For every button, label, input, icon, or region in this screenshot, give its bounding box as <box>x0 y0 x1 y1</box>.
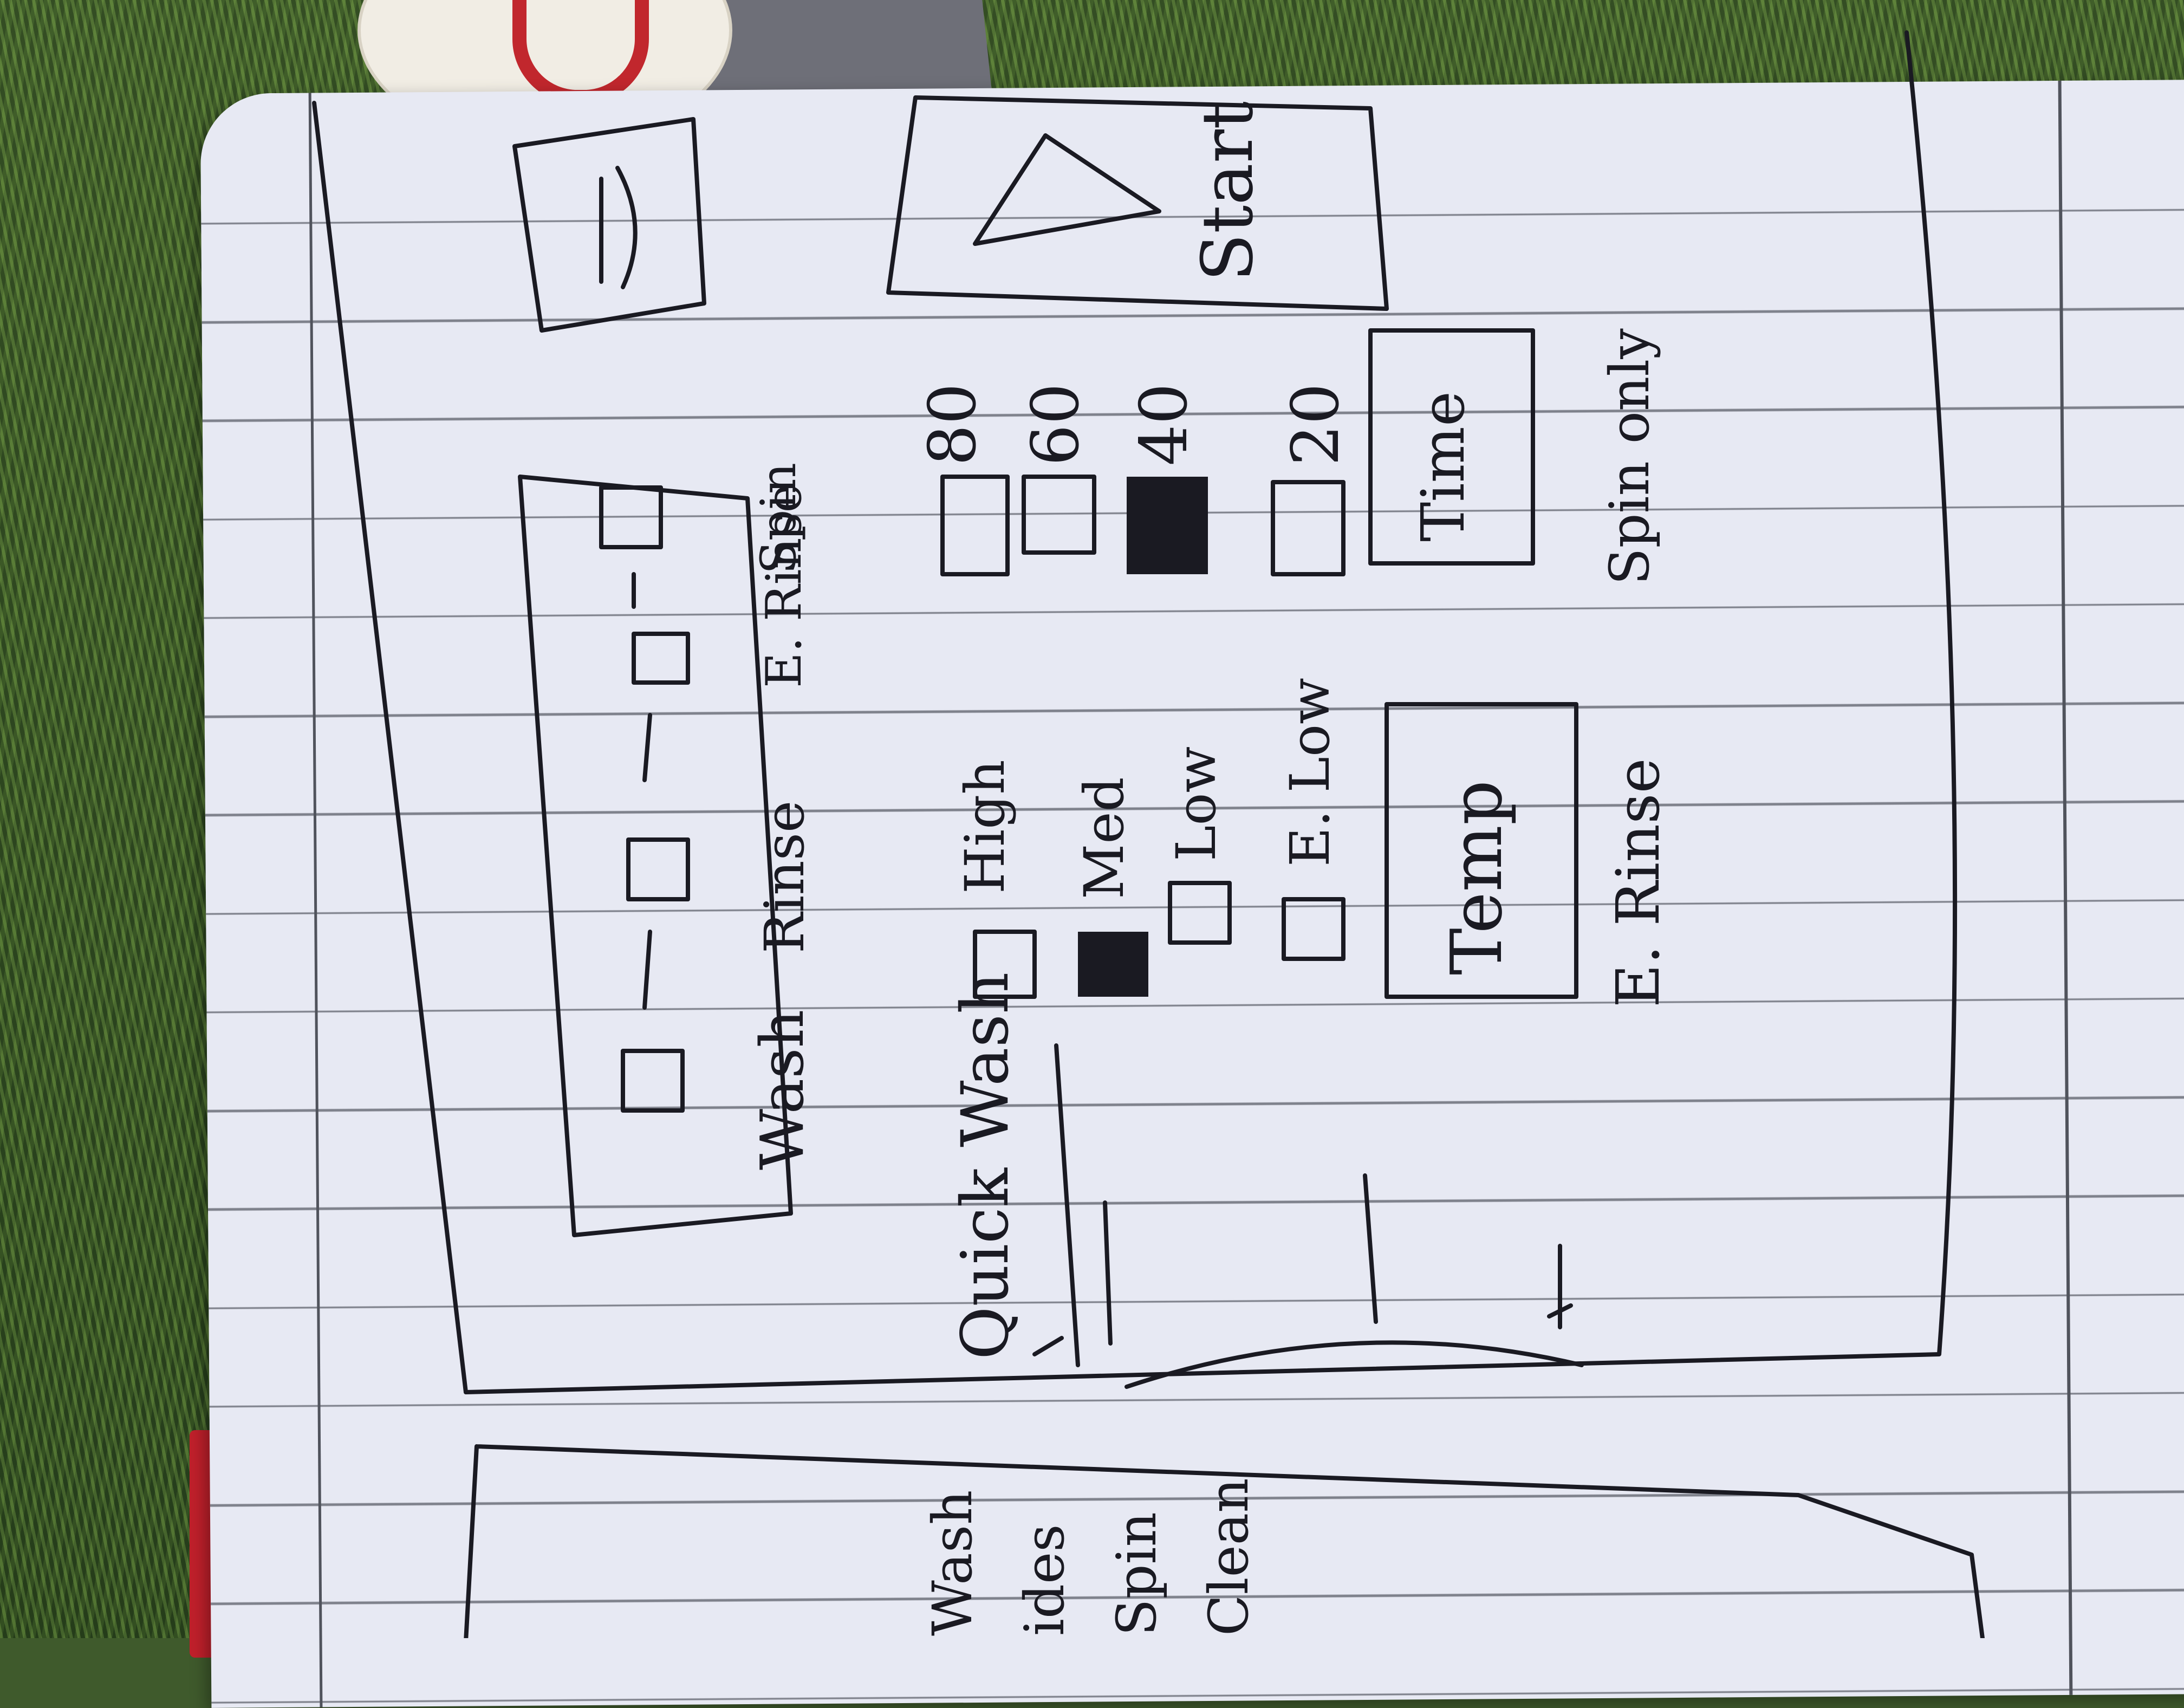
temp-low-checkbox <box>1168 881 1232 945</box>
time-40-checkbox <box>1127 477 1208 574</box>
time-80-checkbox <box>940 475 1010 576</box>
extra-erinse-label: E. Rinse <box>1603 758 1673 1008</box>
side-list-item: Clean <box>1197 1478 1260 1636</box>
cycle-label: Quick Wash <box>948 972 1023 1360</box>
time-40-label: 40 <box>1127 383 1202 466</box>
cycle-bracket <box>1054 1043 1584 1389</box>
temp-med-checkbox <box>1078 932 1148 997</box>
time-20-checkbox <box>1271 480 1346 576</box>
step-erinse-checkbox <box>632 632 690 685</box>
start-button-outline <box>886 95 1389 311</box>
temp-button-label: Temp <box>1435 780 1518 975</box>
extra-spin-label: Spin only <box>1598 328 1661 585</box>
time-20-label: 20 <box>1278 383 1354 466</box>
step-wash-checkbox <box>621 1049 685 1113</box>
step-rinse-label: Rinse <box>753 800 816 953</box>
power-icon <box>599 166 638 289</box>
start-label: Start <box>1186 101 1269 282</box>
time-60-checkbox <box>1022 475 1096 555</box>
temp-low-label: Low <box>1165 746 1228 861</box>
side-list-item: Spin <box>1105 1512 1168 1636</box>
temp-med-label: Med <box>1072 777 1136 899</box>
temp-elow-label: E. Low <box>1278 678 1342 867</box>
temp-elow-checkbox <box>1282 897 1346 961</box>
step-spin-label: Spin <box>750 462 807 574</box>
play-triangle-icon <box>973 133 1161 246</box>
time-button-label: Time <box>1408 391 1478 542</box>
power-button-outline <box>512 117 706 333</box>
temp-high-label: High <box>953 759 1017 894</box>
step-spin-checkbox <box>599 485 663 549</box>
time-80-label: 80 <box>915 383 991 466</box>
side-list-item: ides <box>1013 1524 1076 1636</box>
side-list-item: Wash <box>921 1490 984 1636</box>
step-wash-label: Wash <box>748 1009 817 1170</box>
step-rinse-checkbox <box>626 837 690 901</box>
time-60-label: 60 <box>1018 383 1094 466</box>
